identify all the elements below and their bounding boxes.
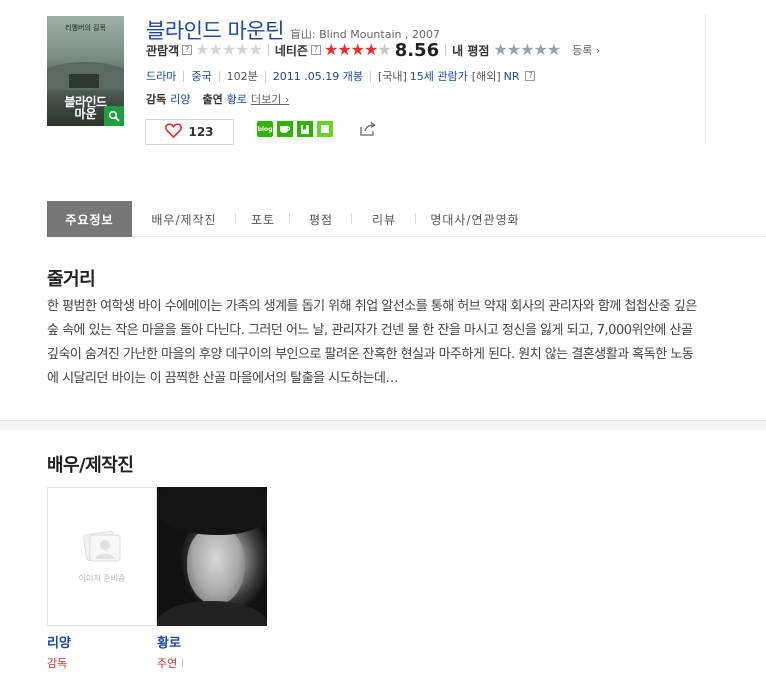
like-count: 123 — [188, 125, 214, 139]
synopsis-heading: 줄거리 — [47, 269, 96, 290]
cast-section-heading: 배우/제작진 — [47, 455, 134, 476]
tab-review[interactable]: 리뷰 — [352, 201, 416, 237]
cast-role: 감독 — [47, 657, 68, 670]
cafe-share-icon[interactable] — [277, 121, 293, 137]
poster-house — [69, 74, 99, 88]
magnifier-icon[interactable] — [104, 106, 124, 126]
tab-photo[interactable]: 포토 — [236, 201, 290, 237]
tab-label: 배우/제작진 — [151, 212, 217, 227]
vertical-divider — [705, 14, 706, 144]
my-rating-label: 내 평점 — [452, 43, 490, 58]
tab-label: 명대사/연관영화 — [430, 212, 520, 227]
netizen-stars-partial: ★ — [377, 40, 391, 59]
netizen-label: 네티즌 — [274, 43, 308, 58]
heart-icon — [165, 123, 183, 141]
tab-bar: 주요정보 배우/제작진 포토 평점 리뷰 명대사/연관영화 — [47, 201, 766, 237]
separator — [264, 70, 266, 82]
separator — [369, 70, 371, 82]
bookmark-share-icon[interactable] — [297, 121, 313, 137]
photo-face — [187, 527, 245, 605]
tab-rating[interactable]: 평점 — [290, 201, 352, 237]
separator — [218, 70, 220, 82]
director-label: 감독 — [146, 93, 167, 106]
person-placeholder-icon — [82, 530, 122, 567]
overseas-rating-link[interactable]: NR — [504, 70, 520, 83]
help-icon[interactable]: ? — [310, 45, 321, 55]
tab-cast-crew[interactable]: 배우/제작진 — [132, 201, 236, 237]
enroll-rating-link[interactable]: 등록 › — [572, 42, 600, 58]
separator — [445, 44, 447, 56]
section-divider — [0, 420, 766, 430]
actor-photo[interactable] — [157, 487, 267, 626]
share-row: blog — [257, 121, 381, 137]
director-link[interactable]: 리양 — [170, 91, 190, 107]
tab-quotes-related[interactable]: 명대사/연관영화 — [416, 201, 534, 237]
help-icon[interactable]: ? — [182, 45, 193, 55]
audience-stars: ★★★★★ — [195, 40, 263, 59]
cast-label: 출연 — [202, 93, 223, 106]
my-rating-stars[interactable]: ★★★★★ — [493, 42, 561, 58]
more-cast-link[interactable]: 더보기 › — [251, 91, 289, 107]
cast-role: 주연 — [157, 655, 267, 671]
blog-share-icon[interactable]: blog — [257, 121, 273, 137]
like-button[interactable]: 123 — [145, 119, 234, 145]
netizen-score: 8.56 — [394, 39, 440, 61]
cast-card[interactable]: 황로 주연 — [157, 487, 267, 671]
cast-name[interactable]: 황로 — [157, 632, 267, 651]
separator — [183, 70, 185, 82]
country-link[interactable]: 중국 — [191, 68, 211, 84]
genre-link[interactable]: 드라마 — [146, 68, 176, 84]
cast-card[interactable]: 이미지 준비중 리양 감독 — [47, 487, 157, 671]
overseas-label: [해외] — [471, 70, 501, 83]
photo-shoulder — [157, 601, 267, 626]
placeholder-text: 이미지 준비중 — [78, 573, 126, 583]
info-row: 드라마 중국 102분 2011 .05.19 개봉 [국내] 15세 관람가 … — [146, 68, 538, 84]
help-icon[interactable]: ? — [525, 71, 536, 81]
movie-poster[interactable]: 리멤버의 길목 블라인드 마운 — [47, 16, 124, 126]
tab-label: 평점 — [308, 212, 334, 227]
share-icon[interactable] — [359, 121, 377, 137]
domestic-label: [국내] — [377, 70, 407, 83]
people-row: 감독 리양 출연 황로 더보기 › — [146, 91, 289, 107]
release-date[interactable]: 2011 .05.19 개봉 — [273, 68, 363, 84]
domestic-rating-link[interactable]: 15세 관람가 — [410, 68, 468, 84]
cast-name[interactable]: 리양 — [47, 632, 157, 651]
rating-row: 관람객 ? ★★★★★ 네티즌 ? ★★★★ ★ 8.56 내 평점 ★★★★★ … — [146, 39, 600, 61]
tab-main-info[interactable]: 주요정보 — [47, 201, 132, 237]
synopsis-text: 한 평범한 여학생 바이 수에메이는 가족의 생계를 돕기 위해 취업 알선소를… — [47, 299, 697, 386]
runtime: 102분 — [226, 70, 258, 83]
placeholder-image[interactable]: 이미지 준비중 — [47, 487, 157, 626]
tab-label: 주요정보 — [65, 212, 114, 227]
netizen-stars: ★★★★ — [323, 40, 378, 59]
photo-hair — [157, 487, 267, 535]
poster-top-text: 리멤버의 길목 — [65, 24, 106, 32]
tab-label: 포토 — [250, 212, 276, 227]
separator — [267, 44, 269, 56]
cast-role-text: 주연 — [157, 657, 178, 670]
audience-label: 관람객 — [146, 43, 180, 58]
cast-link[interactable]: 황로 — [227, 91, 247, 107]
tab-label: 리뷰 — [371, 212, 397, 227]
role-divider — [182, 658, 184, 668]
memo-share-icon[interactable] — [317, 121, 333, 137]
